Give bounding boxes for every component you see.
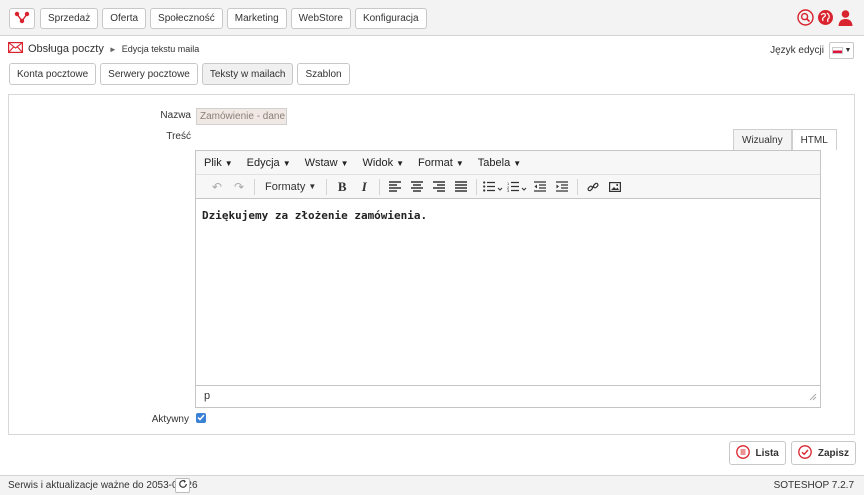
- redo-icon[interactable]: ↷: [228, 177, 250, 197]
- toolbar-divider: [476, 178, 478, 195]
- numbered-list-icon[interactable]: 123: [505, 177, 529, 197]
- name-input[interactable]: Zamówienie - dane zam: [196, 108, 287, 125]
- menu-format[interactable]: Format ▼: [418, 157, 464, 169]
- check-icon: [197, 412, 205, 424]
- language-dropdown[interactable]: ▼: [829, 42, 854, 59]
- top-right-icons: [797, 9, 854, 29]
- editor-mode-tabs: Wizualny HTML: [733, 129, 837, 150]
- edit-form-panel: Nazwa Zamówienie - dane zam Treść Wizual…: [8, 94, 855, 435]
- align-left-icon[interactable]: [384, 177, 406, 197]
- service-validity-text: Serwis i aktualizacje ważne do 2053-08-2…: [8, 480, 198, 491]
- status-footer: Serwis i aktualizacje ważne do 2053-08-2…: [0, 475, 864, 495]
- menu-widok[interactable]: Widok ▼: [363, 157, 404, 169]
- tab-konta-pocztowe[interactable]: Konta pocztowe: [9, 63, 97, 85]
- element-path[interactable]: p: [204, 390, 210, 402]
- active-checkbox[interactable]: [196, 413, 206, 423]
- mail-subtabs: Konta pocztowe Serwery pocztowe Teksty w…: [9, 63, 350, 85]
- name-label: Nazwa: [160, 110, 191, 121]
- edit-language: Język edycji ▼: [770, 42, 854, 59]
- resize-handle-icon[interactable]: [809, 392, 817, 404]
- menu-tabela[interactable]: Tabela ▼: [478, 157, 521, 169]
- breadcrumb: Obsługa poczty ► Edycja tekstu maila: [8, 42, 199, 56]
- list-button-label: Lista: [755, 447, 779, 459]
- tab-wizualny[interactable]: Wizualny: [733, 129, 792, 150]
- version-label: SOTESHOP 7.2.7: [773, 480, 854, 491]
- editor-statusbar: p: [196, 385, 820, 407]
- bold-icon[interactable]: B: [331, 177, 353, 197]
- save-button[interactable]: Zapisz: [790, 441, 856, 465]
- list-icon: [735, 444, 750, 462]
- outdent-icon[interactable]: [529, 177, 551, 197]
- chevron-down-icon: ▼: [844, 47, 852, 54]
- undo-icon[interactable]: ↶: [206, 177, 228, 197]
- breadcrumb-separator: ►: [108, 44, 117, 54]
- editor-menubar: Plik ▼ Edycja ▼ Wstaw ▼ Widok ▼ Format ▼ Tabe…: [196, 151, 820, 175]
- globe-icon[interactable]: [817, 9, 834, 29]
- refresh-icon: [178, 479, 188, 492]
- svg-text:3: 3: [507, 188, 510, 192]
- content-label: Treść: [166, 131, 191, 142]
- tab-html[interactable]: HTML: [791, 129, 837, 150]
- breadcrumb-current: Edycja tekstu maila: [121, 44, 200, 54]
- save-button-label: Zapisz: [817, 447, 849, 459]
- align-center-icon[interactable]: [406, 177, 428, 197]
- tab-szablon[interactable]: Szablon: [297, 63, 350, 85]
- top-navigation-bar: Sprzedaż Oferta Społeczność Marketing We…: [0, 0, 864, 36]
- main-nav: Sprzedaż Oferta Społeczność Marketing We…: [40, 8, 427, 29]
- menu-plik[interactable]: Plik ▼: [204, 157, 233, 169]
- toolbar-divider: [326, 178, 328, 195]
- form-actions: Lista Zapisz: [728, 441, 856, 465]
- tab-serwery-pocztowe[interactable]: Serwery pocztowe: [100, 63, 198, 85]
- rich-text-editor: Plik ▼ Edycja ▼ Wstaw ▼ Widok ▼ Format ▼ Tabe…: [195, 150, 821, 408]
- home-logo-button[interactable]: [9, 8, 35, 29]
- breadcrumb-main[interactable]: Obsługa poczty: [28, 43, 104, 55]
- checkmark-circle-icon: [798, 444, 812, 462]
- refresh-button[interactable]: [175, 478, 190, 493]
- image-icon[interactable]: [604, 177, 626, 197]
- align-justify-icon[interactable]: [450, 177, 472, 197]
- language-label: Język edycji: [770, 45, 824, 56]
- italic-icon[interactable]: I: [353, 177, 375, 197]
- tab-teksty-w-mailach[interactable]: Teksty w mailach: [201, 63, 294, 85]
- toolbar-divider: [577, 178, 579, 195]
- nav-webstore[interactable]: WebStore: [290, 8, 351, 29]
- bullet-list-icon[interactable]: [481, 177, 505, 197]
- link-icon[interactable]: [582, 177, 604, 197]
- nav-spolecznosc[interactable]: Społeczność: [150, 8, 223, 29]
- active-label: Aktywny: [151, 414, 189, 425]
- nav-sprzedaz[interactable]: Sprzedaż: [40, 8, 99, 29]
- menu-wstaw[interactable]: Wstaw ▼: [305, 157, 349, 169]
- nav-marketing[interactable]: Marketing: [226, 8, 287, 29]
- menu-edycja[interactable]: Edycja ▼: [247, 157, 291, 169]
- polish-flag-icon: [831, 47, 843, 54]
- user-icon[interactable]: [837, 9, 854, 29]
- toolbar-divider: [379, 178, 381, 195]
- nav-oferta[interactable]: Oferta: [102, 8, 147, 29]
- align-right-icon[interactable]: [428, 177, 450, 197]
- toolbar-divider: [254, 178, 255, 195]
- editor-toolbar: ↶ ↷ Formaty ▼ B I 1 2 3: [196, 175, 820, 199]
- search-icon[interactable]: [797, 9, 814, 29]
- nav-konfiguracja[interactable]: Konfiguracja: [354, 8, 427, 29]
- list-button[interactable]: Lista: [728, 441, 786, 465]
- editor-content[interactable]: Dziękujemy za złożenie zamówienia.: [202, 209, 427, 222]
- indent-icon[interactable]: [551, 177, 573, 197]
- envelope-icon: [8, 42, 24, 56]
- network-logo-icon: [14, 10, 30, 27]
- formats-dropdown[interactable]: Formaty ▼: [259, 177, 322, 197]
